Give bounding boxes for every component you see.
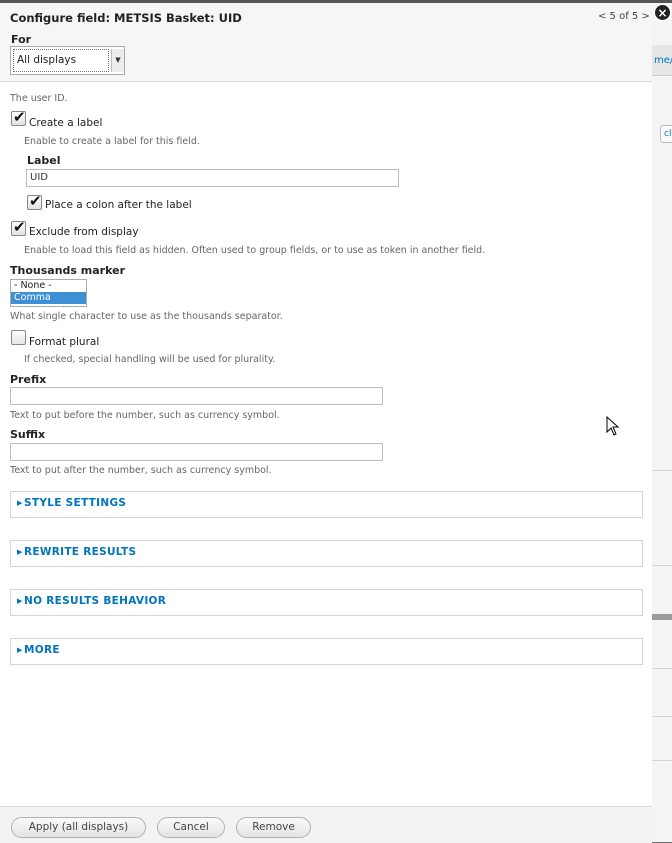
section-title[interactable]: REWRITE RESULTS: [24, 546, 136, 558]
label-input[interactable]: UID: [26, 169, 399, 187]
style-settings-section[interactable]: ▶ STYLE SETTINGS: [10, 491, 643, 518]
for-label: For: [11, 33, 32, 46]
section-title[interactable]: MORE: [24, 644, 60, 656]
section-title[interactable]: STYLE SETTINGS: [24, 497, 126, 509]
close-icon[interactable]: ×: [654, 4, 671, 21]
create-label-description: Enable to create a label for this field.: [24, 136, 200, 147]
background-chip: cl: [660, 125, 672, 143]
checkmark-icon: ✔: [29, 192, 42, 210]
more-section[interactable]: ▶ MORE: [10, 638, 643, 665]
triangle-right-icon: ▶: [17, 597, 23, 605]
exclude-display-description: Enable to load this field as hidden. Oft…: [24, 245, 486, 256]
create-label-label: Create a label: [29, 117, 103, 129]
background-divider: [652, 760, 672, 761]
thousands-marker-select[interactable]: - None - Comma: [10, 279, 87, 307]
place-colon-label: Place a colon after the label: [45, 199, 192, 211]
prefix-description: Text to put before the number, such as c…: [10, 410, 280, 421]
background-divider: [652, 716, 672, 717]
apply-button[interactable]: Apply (all displays): [11, 817, 146, 838]
suffix-description: Text to put after the number, such as cu…: [10, 465, 272, 476]
thousands-option-comma[interactable]: Comma: [11, 292, 86, 304]
checkmark-icon: ✔: [13, 108, 26, 126]
prefix-label: Prefix: [10, 373, 47, 386]
background-divider: [652, 470, 672, 471]
place-colon-checkbox[interactable]: ✔: [27, 192, 42, 210]
background-divider: [652, 565, 672, 566]
cancel-button[interactable]: Cancel: [157, 817, 225, 838]
triangle-right-icon: ▶: [17, 499, 23, 507]
prefix-input[interactable]: [10, 387, 383, 405]
triangle-right-icon: ▶: [17, 646, 23, 654]
for-display-value: All displays: [13, 49, 109, 72]
background-divider: [652, 668, 672, 669]
background-link: me/: [654, 55, 672, 66]
format-plural-description: If checked, special handling will be use…: [24, 354, 276, 365]
suffix-label: Suffix: [10, 428, 46, 441]
for-display-select[interactable]: All displays ▼: [10, 46, 125, 75]
format-plural-checkbox[interactable]: [11, 330, 26, 345]
section-title[interactable]: NO RESULTS BEHAVIOR: [24, 595, 166, 607]
no-results-behavior-section[interactable]: ▶ NO RESULTS BEHAVIOR: [10, 589, 643, 616]
thousands-marker-description: What single character to use as the thou…: [10, 311, 283, 322]
background-bar: [652, 614, 672, 620]
background-page: me/ cl: [652, 0, 672, 842]
dialog-header: Configure field: METSIS Basket: UID < 5 …: [0, 3, 652, 82]
configure-field-dialog: Configure field: METSIS Basket: UID < 5 …: [0, 3, 652, 842]
dialog-footer: Apply (all displays) Cancel Remove: [0, 806, 652, 843]
dialog-title: Configure field: METSIS Basket: UID: [10, 11, 242, 25]
triangle-right-icon: ▶: [17, 548, 23, 556]
create-label-checkbox[interactable]: ✔: [11, 108, 26, 126]
rewrite-results-section[interactable]: ▶ REWRITE RESULTS: [10, 540, 643, 567]
checkmark-icon: ✔: [13, 218, 26, 236]
field-description: The user ID.: [10, 93, 68, 104]
mouse-pointer-icon: [606, 416, 620, 436]
label-field-label: Label: [27, 154, 61, 167]
field-pager[interactable]: < 5 of 5 >: [598, 11, 650, 22]
thousands-option-none[interactable]: - None -: [11, 280, 86, 292]
thousands-marker-label: Thousands marker: [10, 264, 125, 277]
exclude-display-checkbox[interactable]: ✔: [11, 218, 26, 236]
exclude-display-label: Exclude from display: [29, 226, 139, 238]
remove-button[interactable]: Remove: [236, 817, 311, 838]
format-plural-label: Format plural: [29, 336, 100, 348]
suffix-input[interactable]: [10, 443, 383, 461]
chevron-down-icon[interactable]: ▼: [111, 49, 124, 72]
